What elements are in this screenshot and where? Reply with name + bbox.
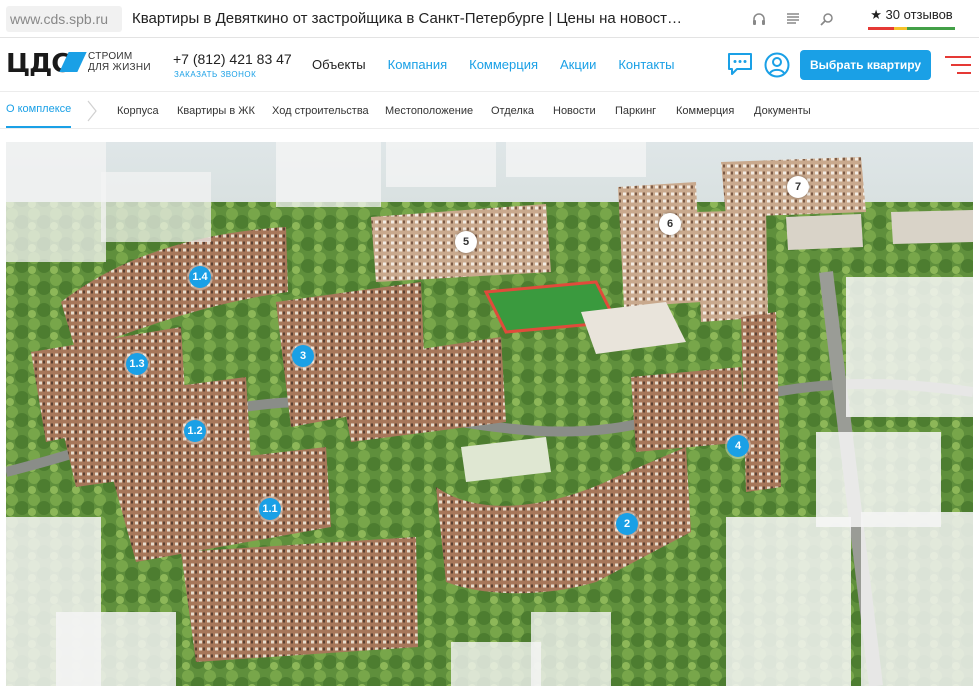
reader-icon[interactable] bbox=[784, 10, 802, 28]
phone-number[interactable]: +7 (812) 421 83 47 bbox=[173, 51, 292, 67]
main-nav: Объекты Компания Коммерция Акции Контакт… bbox=[312, 57, 697, 72]
building-marker-6[interactable]: 6 bbox=[659, 213, 681, 235]
search-icon[interactable] bbox=[818, 10, 836, 28]
menu-icon[interactable] bbox=[945, 56, 971, 74]
subnav-item-finishing[interactable]: Отделка bbox=[491, 92, 534, 130]
user-icon[interactable] bbox=[764, 52, 790, 78]
building-marker-1-2[interactable]: 1.2 bbox=[184, 420, 206, 442]
building-marker-7[interactable]: 7 bbox=[787, 176, 809, 198]
reviews-badge[interactable]: ★ 30 отзывов bbox=[860, 4, 963, 30]
headphones-icon[interactable] bbox=[750, 10, 768, 28]
choose-apartment-button[interactable]: Выбрать квартиру bbox=[800, 50, 931, 80]
logo-tagline-line1: СТРОИМ bbox=[88, 51, 133, 62]
address-field[interactable]: www.cds.spb.ru bbox=[6, 6, 122, 32]
subnav-item-location[interactable]: Местоположение bbox=[385, 92, 473, 130]
subnav-item-commerce[interactable]: Коммерция bbox=[676, 92, 734, 130]
callback-link[interactable]: ЗАКАЗАТЬ ЗВОНОК bbox=[174, 70, 256, 79]
building-marker-2[interactable]: 2 bbox=[616, 513, 638, 535]
logo[interactable]: ЦДС СТРОИМ ДЛЯ ЖИЗНИ bbox=[6, 48, 156, 82]
complex-aerial-view: 1.4 1.3 1.2 1.1 3 2 4 5 6 7 bbox=[6, 142, 973, 686]
subnav-item-apartments[interactable]: Квартиры в ЖК bbox=[177, 92, 255, 130]
building-marker-1-1[interactable]: 1.1 bbox=[259, 498, 281, 520]
nav-item-contacts[interactable]: Контакты bbox=[618, 57, 674, 72]
subnav-item-buildings[interactable]: Корпуса bbox=[117, 92, 159, 130]
nav-item-company[interactable]: Компания bbox=[388, 57, 448, 72]
chevron-right-icon bbox=[87, 100, 97, 122]
nav-item-objects[interactable]: Объекты bbox=[312, 57, 366, 72]
subnav-item-documents[interactable]: Документы bbox=[754, 92, 811, 130]
nav-item-promotions[interactable]: Акции bbox=[560, 57, 596, 72]
subnav-item-construction[interactable]: Ход строительства bbox=[272, 92, 369, 130]
building-marker-1-3[interactable]: 1.3 bbox=[126, 353, 148, 375]
rating-bar bbox=[868, 27, 955, 30]
subnav-item-parking[interactable]: Паркинг bbox=[615, 92, 656, 130]
building-marker-1-4[interactable]: 1.4 bbox=[189, 266, 211, 288]
nav-item-commerce[interactable]: Коммерция bbox=[469, 57, 538, 72]
browser-bar: www.cds.spb.ru Квартиры в Девяткино от з… bbox=[0, 0, 979, 38]
logo-mark: ЦДС bbox=[6, 49, 70, 79]
reviews-label: ★ 30 отзывов bbox=[870, 7, 953, 22]
complex-subnav: О комплексе Корпуса Квартиры в ЖК Ход ст… bbox=[0, 91, 979, 129]
subnav-item-news[interactable]: Новости bbox=[553, 92, 596, 130]
building-marker-5[interactable]: 5 bbox=[455, 231, 477, 253]
chat-icon[interactable] bbox=[727, 52, 753, 76]
site-header: ЦДС СТРОИМ ДЛЯ ЖИЗНИ +7 (812) 421 83 47 … bbox=[0, 38, 979, 90]
logo-tagline-line2: ДЛЯ ЖИЗНИ bbox=[88, 62, 151, 73]
building-marker-3[interactable]: 3 bbox=[292, 345, 314, 367]
browser-toolbar bbox=[750, 10, 836, 28]
subnav-item-about[interactable]: О комплексе bbox=[6, 92, 72, 128]
logo-tagline: СТРОИМ ДЛЯ ЖИЗНИ bbox=[88, 51, 151, 73]
building-marker-4[interactable]: 4 bbox=[727, 435, 749, 457]
page-title: Квартиры в Девяткино от застройщика в Са… bbox=[132, 10, 683, 27]
aerial-illustration bbox=[6, 142, 973, 686]
